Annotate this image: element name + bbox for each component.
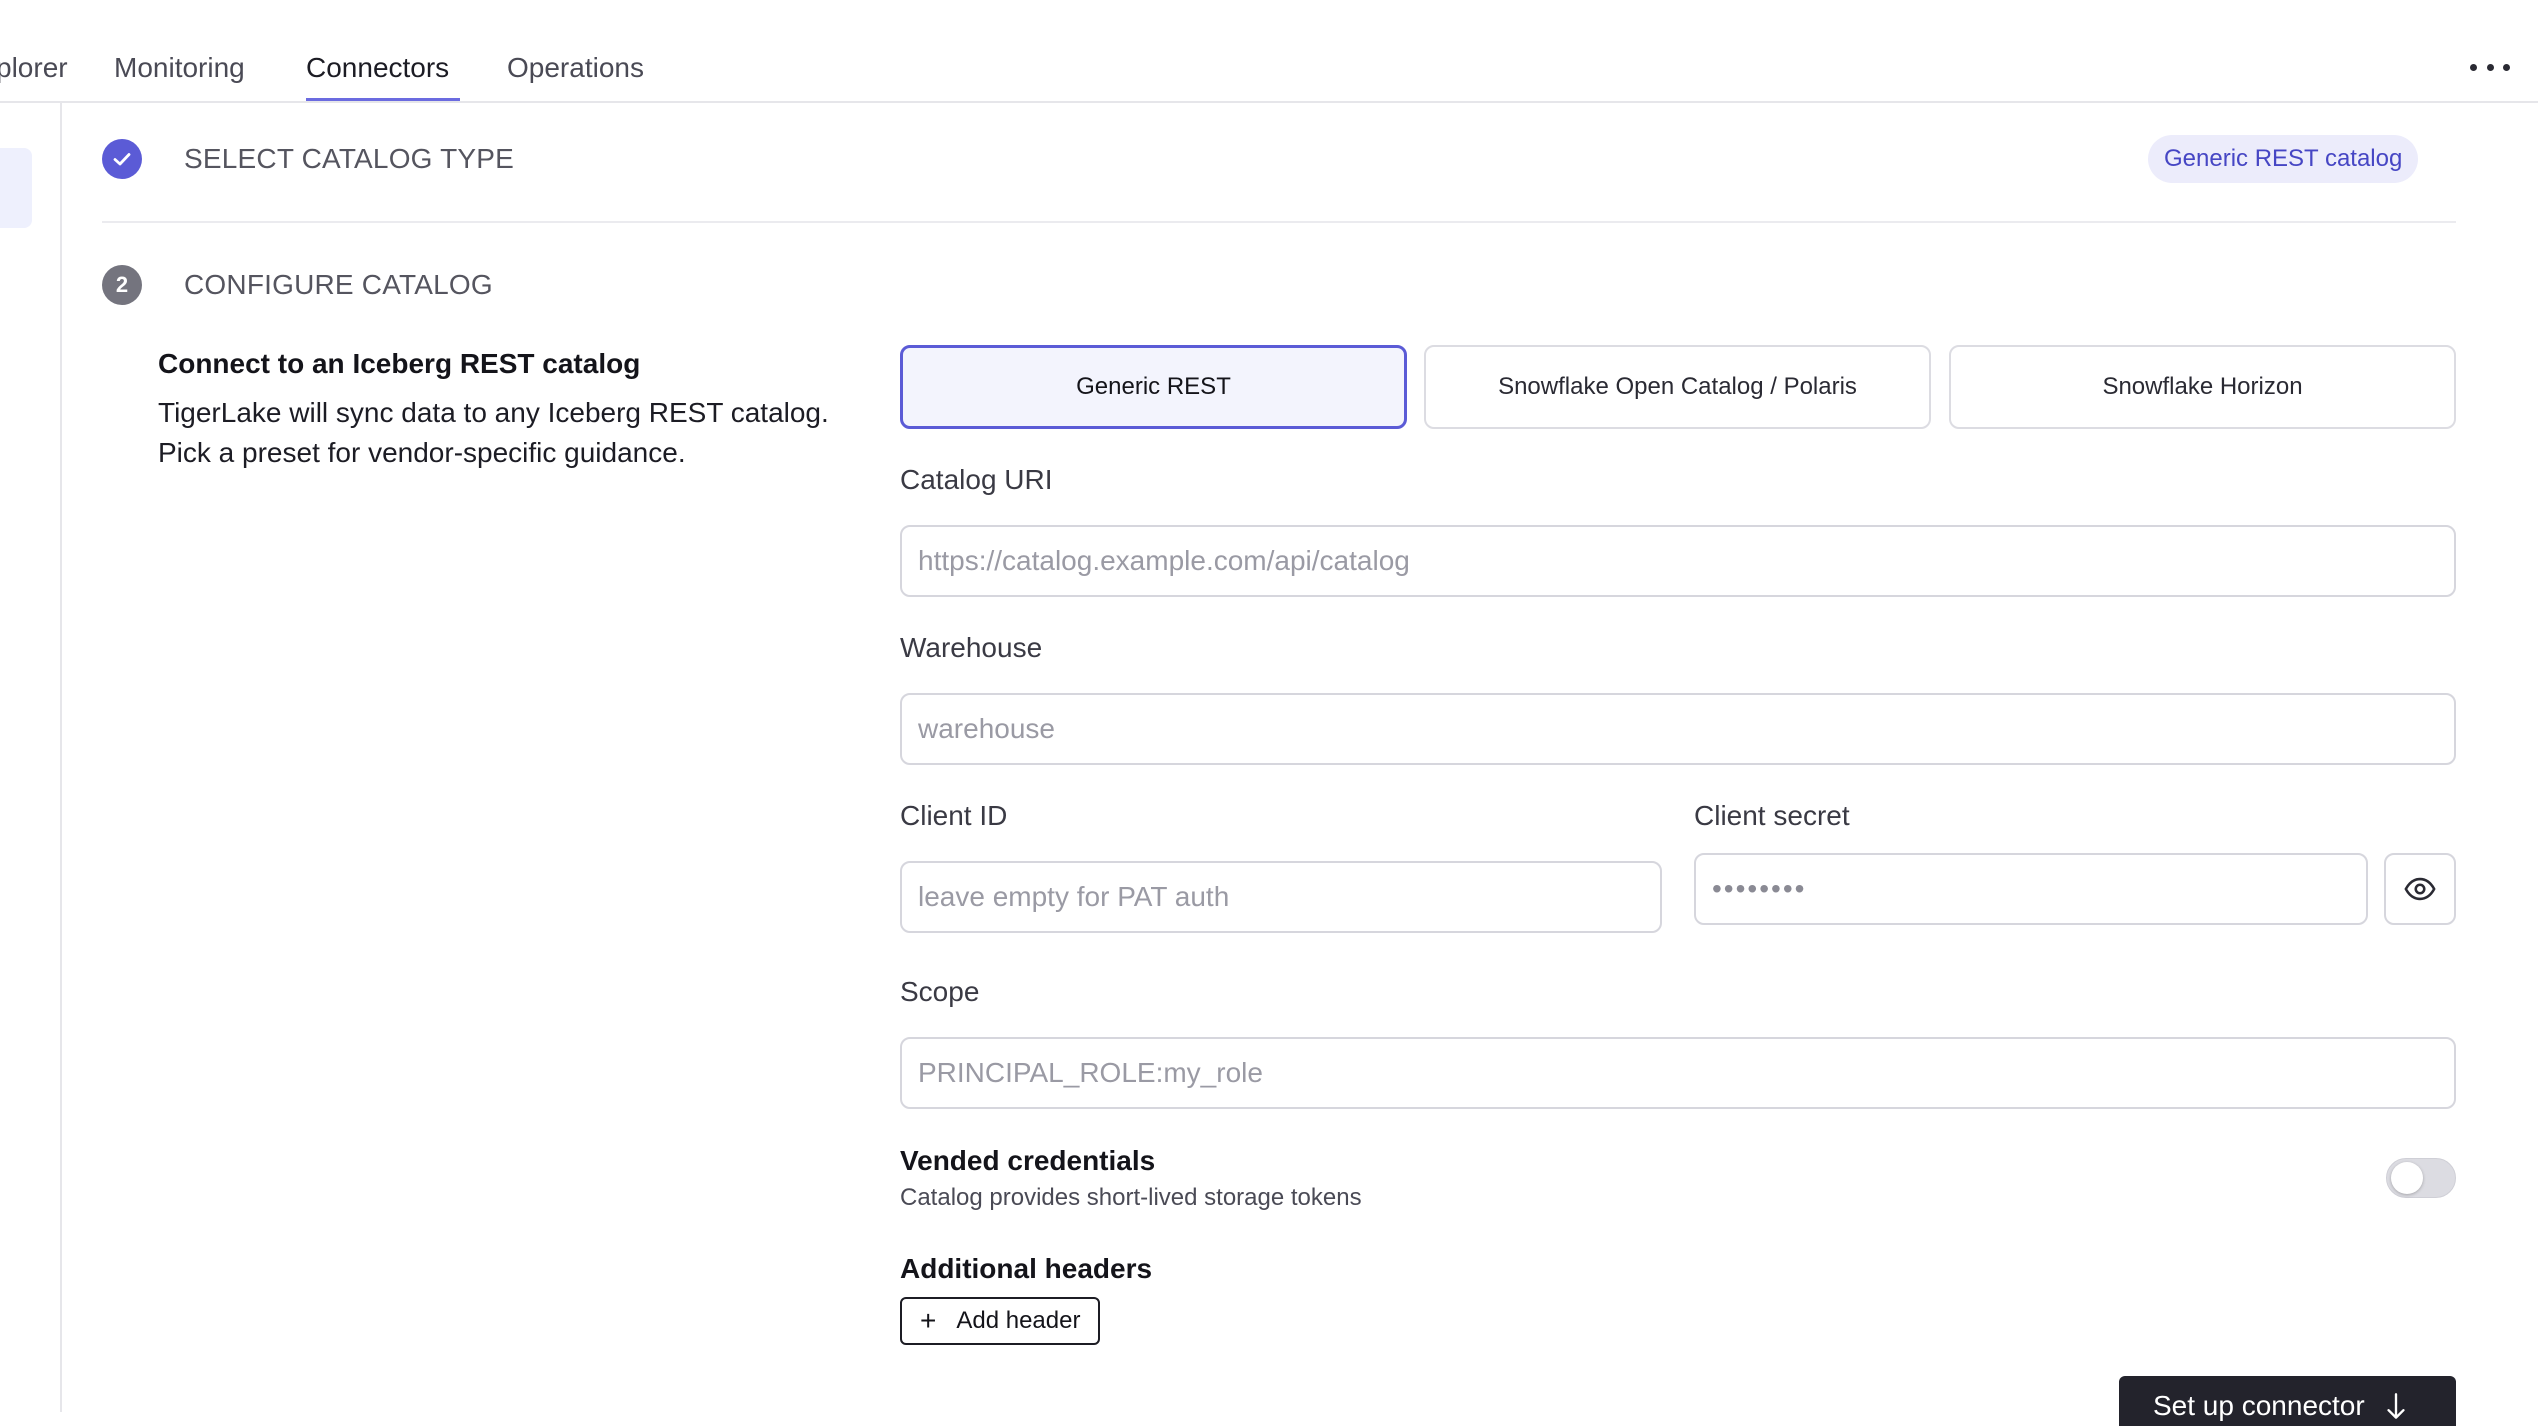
eye-icon bbox=[2404, 877, 2436, 901]
setup-connector-label: Set up connector bbox=[2153, 1390, 2365, 1421]
preset-generic-rest[interactable]: Generic REST bbox=[900, 345, 1407, 429]
scope-input[interactable] bbox=[900, 1037, 2456, 1109]
add-header-label: Add header bbox=[956, 1307, 1081, 1334]
catalog-type-badge: Generic REST catalog bbox=[2148, 135, 2419, 183]
setup-connector-button[interactable]: Set up connector bbox=[2119, 1376, 2456, 1426]
catalog-uri-label: Catalog URI bbox=[900, 464, 1053, 495]
tab-monitoring[interactable]: Monitoring bbox=[114, 52, 245, 84]
add-header-button[interactable]: + Add header bbox=[900, 1297, 1101, 1345]
step-number: 2 bbox=[102, 265, 142, 305]
step-title: CONFIGURE CATALOG bbox=[184, 269, 493, 300]
intro-description: TigerLake will sync data to any Iceberg … bbox=[158, 397, 829, 468]
catalog-uri-input[interactable] bbox=[900, 525, 2456, 597]
preset-snowflake-horizon[interactable]: Snowflake Horizon bbox=[1949, 345, 2456, 429]
warehouse-label: Warehouse bbox=[900, 632, 1043, 663]
reveal-secret-button[interactable] bbox=[2384, 853, 2456, 925]
left-sidebar bbox=[0, 103, 62, 1412]
vended-credentials-description: Catalog provides short-lived storage tok… bbox=[900, 1184, 1362, 1211]
intro-title: Connect to an Iceberg REST catalog bbox=[158, 348, 641, 379]
step-title: SELECT CATALOG TYPE bbox=[184, 143, 515, 174]
divider bbox=[102, 221, 2456, 223]
plus-icon: + bbox=[920, 1305, 937, 1336]
step-configure-catalog: 2 CONFIGURE CATALOG bbox=[102, 265, 493, 305]
warehouse-input[interactable] bbox=[900, 693, 2456, 765]
active-tab-indicator bbox=[306, 98, 460, 101]
client-secret-label: Client secret bbox=[1694, 800, 1850, 831]
step-select-catalog-type[interactable]: SELECT CATALOG TYPE bbox=[102, 139, 514, 179]
additional-headers-title: Additional headers bbox=[900, 1253, 1153, 1284]
arrow-down-icon bbox=[2383, 1390, 2409, 1426]
vended-credentials-title: Vended credentials bbox=[900, 1145, 1156, 1176]
client-id-input[interactable] bbox=[900, 861, 1662, 933]
top-navigation: plorer Monitoring Connectors Operations bbox=[0, 0, 2538, 103]
preset-snowflake-open-catalog[interactable]: Snowflake Open Catalog / Polaris bbox=[1424, 345, 1931, 429]
client-id-label: Client ID bbox=[900, 800, 1008, 831]
more-horizontal-icon[interactable] bbox=[2470, 52, 2510, 82]
vended-credentials-toggle[interactable] bbox=[2386, 1158, 2456, 1198]
toggle-knob bbox=[2391, 1162, 2423, 1194]
scope-label: Scope bbox=[900, 976, 980, 1007]
tab-operations[interactable]: Operations bbox=[507, 52, 644, 84]
check-icon bbox=[102, 139, 142, 179]
client-secret-input[interactable] bbox=[1694, 853, 2368, 925]
tab-explorer[interactable]: plorer bbox=[0, 52, 68, 84]
tab-connectors[interactable]: Connectors bbox=[306, 52, 449, 84]
sidebar-active-item[interactable] bbox=[0, 148, 32, 228]
